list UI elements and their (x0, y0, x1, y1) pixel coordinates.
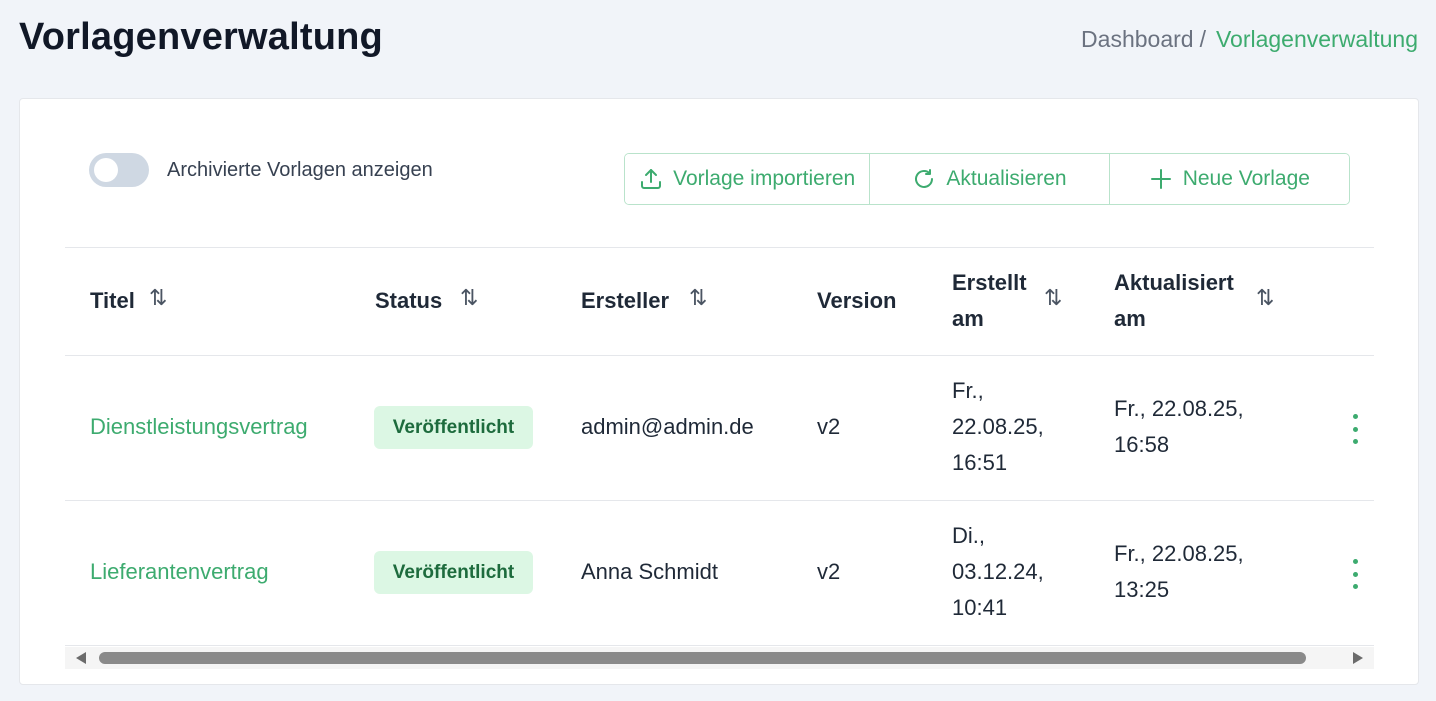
toolbar-button-group: Vorlage importieren Aktualisieren Neue V… (624, 153, 1350, 205)
archived-toggle[interactable] (89, 153, 149, 187)
template-title-link[interactable]: Lieferantenvertrag (90, 554, 269, 590)
creator-cell: Anna Schmidt (581, 559, 718, 584)
updated-cell-line2: 13:25 (1114, 577, 1170, 602)
scroll-left-arrow-icon[interactable] (76, 652, 86, 664)
column-header-title[interactable]: Titel (90, 283, 135, 319)
version-cell: v2 (817, 414, 841, 439)
status-badge: Veröffentlicht (374, 551, 533, 594)
table-row-divider (65, 645, 1374, 646)
creator-cell: admin@admin.de (581, 414, 754, 439)
import-template-button[interactable]: Vorlage importieren (625, 154, 871, 204)
more-vertical-icon[interactable] (1345, 559, 1365, 589)
sort-icon[interactable]: ⇅ (1256, 285, 1274, 311)
kebab-dot (1352, 439, 1358, 444)
kebab-dot (1352, 584, 1358, 589)
templates-card: Archivierte Vorlagen anzeigen Vorlage im… (19, 98, 1419, 685)
created-cell-line1: Di., (952, 523, 985, 548)
table-row-divider (65, 500, 1374, 501)
version-cell: v2 (817, 559, 841, 584)
kebab-dot (1352, 426, 1358, 432)
column-header-created-line2[interactable]: am (952, 301, 984, 337)
template-title-link[interactable]: Dienstleistungsvertrag (90, 409, 308, 445)
created-cell-line1: Fr., (952, 378, 984, 403)
refresh-button[interactable]: Aktualisieren (870, 154, 1110, 204)
new-template-label: Neue Vorlage (1182, 167, 1310, 190)
import-template-label: Vorlage importieren (673, 167, 856, 190)
upload-icon (639, 167, 663, 191)
sort-icon[interactable]: ⇅ (689, 285, 707, 311)
kebab-dot (1352, 414, 1358, 419)
column-header-status[interactable]: Status (375, 283, 442, 319)
created-cell-line3: 10:41 (952, 595, 1008, 620)
scrollbar-thumb[interactable] (99, 652, 1306, 664)
breadcrumb: Dashboard / Vorlagenverwaltung (1081, 26, 1418, 53)
column-header-version: Version (817, 288, 897, 313)
status-badge: Veröffentlicht (374, 406, 533, 449)
column-header-created-line1[interactable]: Erstellt (952, 265, 1027, 301)
breadcrumb-item-dashboard[interactable]: Dashboard (1081, 26, 1194, 53)
created-cell-line3: 16:51 (952, 450, 1008, 475)
archived-toggle-group: Archivierte Vorlagen anzeigen (89, 153, 433, 187)
created-cell-line2: 03.12.24, (952, 559, 1044, 584)
refresh-label: Aktualisieren (946, 167, 1067, 190)
created-cell-line2: 22.08.25, (952, 414, 1044, 439)
column-header-creator[interactable]: Ersteller (581, 283, 669, 319)
scroll-right-arrow-icon[interactable] (1353, 652, 1363, 664)
table-header-divider (65, 355, 1374, 356)
column-header-updated-line2[interactable]: am (1114, 301, 1146, 337)
archived-toggle-label[interactable]: Archivierte Vorlagen anzeigen (167, 159, 433, 182)
sort-icon[interactable]: ⇅ (149, 285, 167, 311)
plus-icon (1149, 167, 1173, 191)
updated-cell-line2: 16:58 (1114, 432, 1170, 457)
breadcrumb-item-current: Vorlagenverwaltung (1215, 26, 1418, 52)
column-header-updated-line1[interactable]: Aktualisiert (1114, 265, 1234, 301)
kebab-dot (1352, 571, 1358, 577)
more-vertical-icon[interactable] (1345, 414, 1365, 444)
breadcrumb-separator: / (1199, 26, 1206, 52)
updated-cell-line1: Fr., 22.08.25, (1114, 541, 1244, 566)
sort-icon[interactable]: ⇅ (460, 285, 478, 311)
page-title: Vorlagenverwaltung (19, 16, 383, 58)
page-header: Vorlagenverwaltung Dashboard / Vorlagenv… (0, 0, 1436, 80)
new-template-button[interactable]: Neue Vorlage (1109, 154, 1349, 204)
updated-cell-line1: Fr., 22.08.25, (1114, 396, 1244, 421)
toggle-knob (94, 158, 118, 182)
horizontal-scrollbar[interactable] (65, 647, 1374, 669)
table-top-border (65, 247, 1374, 248)
refresh-icon (912, 167, 936, 191)
kebab-dot (1352, 559, 1358, 564)
sort-icon[interactable]: ⇅ (1044, 285, 1062, 311)
